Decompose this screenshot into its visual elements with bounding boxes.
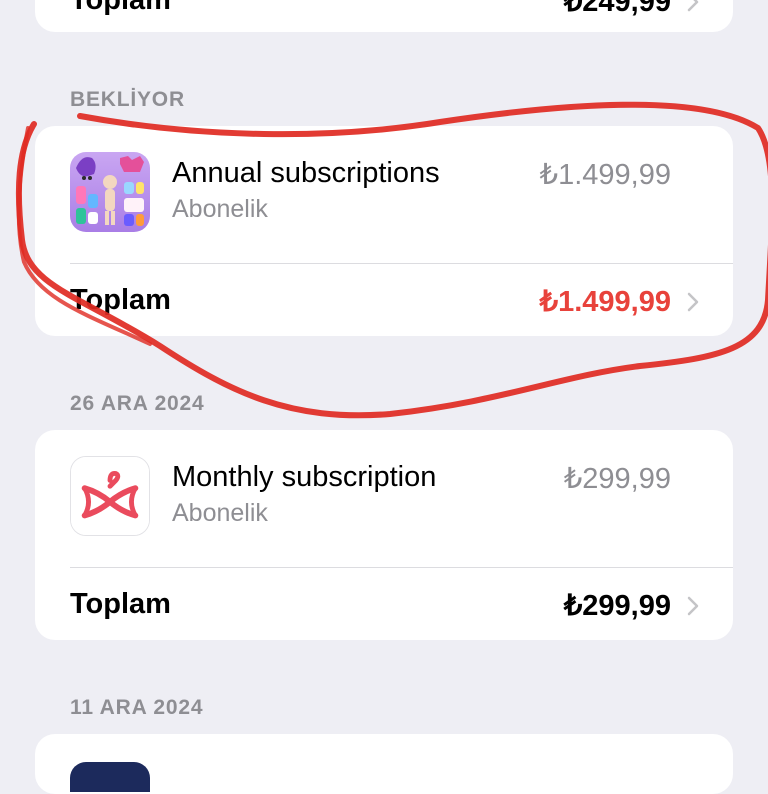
item-price: ₺1.499,99 [539, 159, 671, 191]
section-header-date: 26 ARA 2024 [70, 392, 205, 415]
total-row[interactable]: Toplam ₺249,99 [35, 0, 733, 32]
purchase-card-dec-26: Monthly subscription Abonelik ₺299,99 To… [35, 430, 733, 640]
app-icon-partial [70, 762, 150, 792]
total-label: Toplam [70, 588, 171, 620]
total-label: Toplam [70, 284, 171, 316]
chevron-right-icon [687, 0, 699, 12]
dress-up-doll-app-icon [70, 152, 150, 232]
item-subtitle: Abonelik [172, 499, 268, 527]
total-value: ₺249,99 [563, 0, 671, 18]
purchase-item-monthly[interactable]: Monthly subscription Abonelik ₺299,99 [35, 430, 733, 568]
hanger-app-icon [70, 456, 150, 536]
item-subtitle: Abonelik [172, 195, 268, 223]
total-row[interactable]: Toplam ₺1.499,99 [35, 264, 733, 336]
chevron-right-icon [687, 596, 699, 616]
section-header-date: 11 ARA 2024 [70, 696, 204, 719]
purchase-card-pending: Annual subscriptions Abonelik ₺1.499,99 … [35, 126, 733, 336]
item-title: Monthly subscription [172, 461, 437, 493]
red-highlight-annotation [15, 101, 768, 419]
total-row[interactable]: Toplam ₺299,99 [35, 568, 733, 640]
purchase-card-dec-11[interactable] [35, 734, 733, 794]
section-header-pending: BEKLİYOR [70, 88, 185, 111]
chevron-right-icon [687, 292, 699, 312]
purchase-card-previous: Toplam ₺249,99 [35, 0, 733, 32]
purchase-item-annual[interactable]: Annual subscriptions Abonelik ₺1.499,99 [35, 126, 733, 264]
item-title: Annual subscriptions [172, 157, 440, 189]
total-value-pending: ₺1.499,99 [539, 286, 671, 318]
total-label: Toplam [70, 0, 171, 16]
item-price: ₺299,99 [563, 463, 671, 495]
total-value: ₺299,99 [563, 590, 671, 622]
